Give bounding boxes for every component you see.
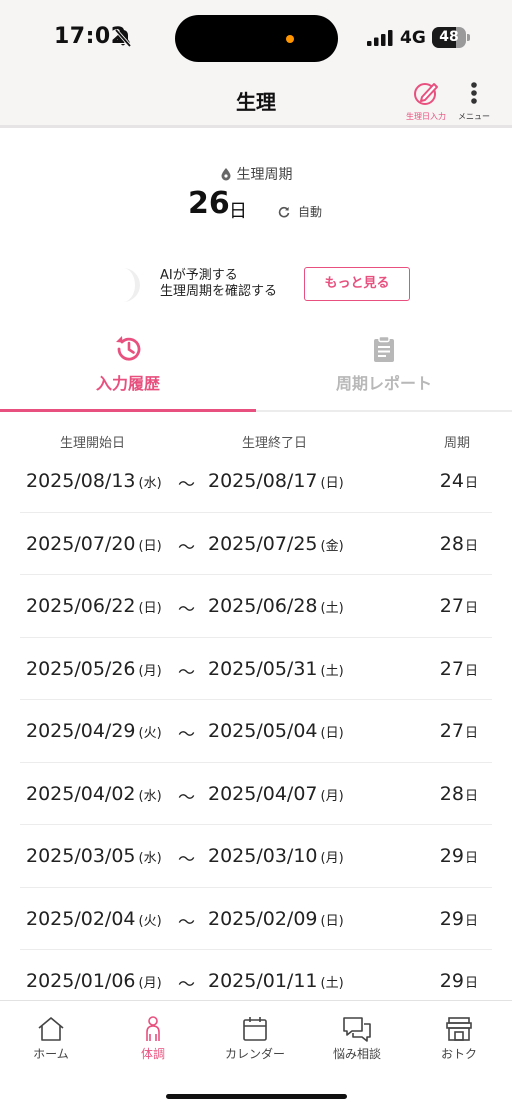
end-date: 2025/04/07 (月) [208,782,344,805]
nav-home[interactable]: ホーム [0,1015,102,1062]
nav-calendar[interactable]: カレンダー [204,1015,306,1062]
nav-deals-label: おトク [440,1047,477,1061]
period-input-button[interactable]: 生理日入力 [403,80,449,122]
pencil-calendar-icon [414,83,438,105]
range-separator: ～ [178,475,195,495]
cycle-length: 27日 [439,720,478,742]
start-date: 2025/03/05 (水) [26,845,162,867]
drop-icon [221,168,230,181]
body-icon [146,1016,160,1041]
history-row[interactable]: 2025/04/29 (火) ～ 2025/05/04 (日) 27日 [20,700,492,763]
range-separator: ～ [178,912,195,933]
cycle-title: 生理周期 [0,164,512,184]
history-row[interactable]: 2025/05/26 (月) ～ 2025/05/31 (土) 27日 [20,638,492,700]
battery-level: 48 [439,29,459,45]
start-date: 2025/02/04 (火) [26,907,162,930]
bell-muted-icon [114,28,132,48]
clipboard-icon [374,335,394,362]
tab-cycle-report-label: 周期レポート [335,374,432,393]
nav-body-label: 体調 [140,1047,165,1061]
end-date: 2025/03/10 (月) [208,845,344,867]
tab-divider [256,410,512,412]
history-row[interactable]: 2025/03/05 (水) ～ 2025/03/10 (月) 29日 [20,825,492,888]
ai-prompt-line1: AIが予測する [160,268,238,283]
cycle-days-unit: 日 [229,201,247,222]
start-date: 2025/05/26 (月) [26,657,162,680]
range-separator: ～ [178,725,195,745]
tab-input-history[interactable]: 入力履歴 [0,330,256,412]
nav-calendar-label: カレンダー [224,1047,285,1061]
nav-consultation[interactable]: 悩み相談 [306,1015,408,1062]
cycle-length: 29日 [439,907,478,930]
end-date: 2025/07/25 (金) [208,532,344,555]
cycle-length: 24日 [439,470,478,492]
end-date: 2025/02/09 (日) [208,907,344,930]
cycle-length: 27日 [439,657,478,680]
end-date: 2025/01/11 (土) [208,970,344,992]
network-type: 4G [400,28,426,48]
signal-icon [367,30,393,46]
history-row[interactable]: 2025/06/22 (日) ～ 2025/06/28 (土) 27日 [20,575,492,638]
column-header-end: 生理終了日 [242,436,308,451]
tab-input-history-label: 入力履歴 [95,374,160,393]
cycle-title-text: 生理周期 [236,167,293,183]
calendar-icon [243,1017,267,1041]
cycle-length: 27日 [439,595,478,617]
moon-icon [123,268,140,302]
menu-label: メニュー [458,112,490,121]
app-header: 生理 生理日入力 メニュー [0,76,512,128]
home-indicator [166,1094,347,1099]
status-bar: 17:02 4G 48 [0,0,512,76]
nav-body[interactable]: 体調 [102,1015,204,1062]
history-row[interactable]: 2025/04/02 (水) ～ 2025/04/07 (月) 28日 [20,763,492,825]
history-row[interactable]: 2025/08/13 (水) ～ 2025/08/17 (日) 24日 [20,450,492,513]
ai-prompt-text: AIが予測する 生理周期を確認する [160,268,277,300]
kebab-menu-icon [471,82,477,104]
dynamic-island [175,15,338,62]
battery-icon: 48 [432,27,466,48]
auto-label: 自動 [298,205,323,219]
cycle-length: 28日 [439,782,478,805]
menu-button[interactable]: メニュー [451,80,497,122]
period-input-label: 生理日入力 [406,112,446,121]
history-icon [116,336,141,361]
ai-prompt-line2: 生理周期を確認する [160,284,278,299]
auto-mode: 自動 [278,203,322,220]
end-date: 2025/05/04 (日) [208,720,344,742]
column-header-start: 生理開始日 [60,436,126,451]
nav-deals[interactable]: おトク [408,1015,510,1062]
start-date: 2025/06/22 (日) [26,595,162,617]
start-date: 2025/04/29 (火) [26,720,162,742]
range-separator: ～ [178,850,195,870]
cycle-length: 28日 [439,532,478,555]
nav-consultation-label: 悩み相談 [332,1047,381,1061]
end-date: 2025/08/17 (日) [208,470,344,492]
range-separator: ～ [178,537,195,558]
shop-icon [446,1017,472,1041]
range-separator: ～ [178,600,195,620]
start-date: 2025/04/02 (水) [26,782,162,805]
tab-cycle-report[interactable]: 周期レポート [256,330,512,412]
refresh-icon [278,206,290,218]
history-list: 2025/08/13 (水) ～ 2025/08/17 (日) 24日 2025/0… [20,450,492,1013]
range-separator: ～ [178,662,195,683]
home-icon [38,1017,64,1041]
active-tab-indicator [0,409,256,412]
end-date: 2025/05/31 (土) [208,657,344,680]
cycle-length: 29日 [439,970,478,992]
column-header-cycle: 周期 [444,436,471,451]
start-date: 2025/08/13 (水) [26,470,162,492]
start-date: 2025/07/20 (日) [26,532,162,555]
cycle-length: 29日 [439,845,478,867]
end-date: 2025/06/28 (土) [208,595,344,617]
chat-icon [343,1017,371,1042]
range-separator: ～ [178,787,195,808]
see-more-button[interactable]: もっと見る [304,267,410,301]
start-date: 2025/01/06 (月) [26,970,162,992]
range-separator: ～ [178,975,195,995]
cycle-days-value: 26 [188,186,230,221]
history-row[interactable]: 2025/07/20 (日) ～ 2025/07/25 (金) 28日 [20,513,492,575]
history-row[interactable]: 2025/02/04 (火) ～ 2025/02/09 (日) 29日 [20,888,492,950]
nav-home-label: ホーム [33,1047,69,1061]
